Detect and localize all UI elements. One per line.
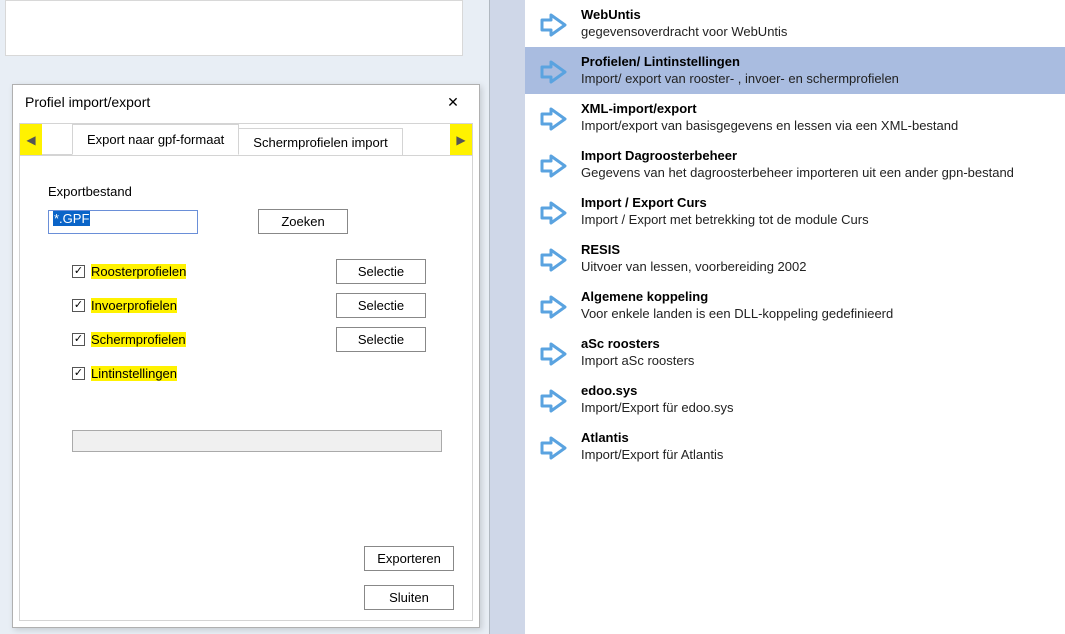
sidebar-item-title: Import Dagroosterbeheer: [581, 148, 1055, 163]
export-arrow-icon: [537, 432, 569, 464]
sidebar-item-title: edoo.sys: [581, 383, 1055, 398]
sidebar-item-6[interactable]: Algemene koppeling Voor enkele landen is …: [525, 282, 1065, 329]
progress-area: [72, 430, 426, 452]
form-area: Exportbestand *.GPF Zoeken Roosterprofie…: [20, 156, 472, 462]
sidebar: WebUntis gegevensoverdracht voor WebUntis…: [525, 0, 1065, 634]
tab-scherm-import[interactable]: Schermprofielen import: [238, 128, 402, 155]
check-label: Roosterprofielen: [91, 264, 186, 279]
check-lint[interactable]: Lintinstellingen: [72, 366, 177, 381]
tab-export-gpf[interactable]: Export naar gpf-formaat: [72, 124, 239, 155]
sidebar-item-1[interactable]: Profielen/ Lintinstellingen Import/ expor…: [525, 47, 1065, 94]
check-scherm[interactable]: Schermprofielen: [72, 332, 186, 347]
sidebar-item-4[interactable]: Import / Export Curs Import / Export met …: [525, 188, 1065, 235]
tab-row: ◀ Export naar gpf-formaat Schermprofiele…: [20, 124, 472, 156]
export-button[interactable]: Exporteren: [364, 546, 454, 571]
close-button[interactable]: ✕: [435, 88, 471, 116]
export-arrow-icon: [537, 56, 569, 88]
sidebar-item-3[interactable]: Import Dagroosterbeheer Gegevens van het …: [525, 141, 1065, 188]
sidebar-item-title: XML-import/export: [581, 101, 1055, 116]
select-button-invoer[interactable]: Selectie: [336, 293, 426, 318]
sidebar-item-5[interactable]: RESIS Uitvoer van lessen, voorbereiding 2…: [525, 235, 1065, 282]
sidebar-item-desc: Import/Export für Atlantis: [581, 447, 1055, 462]
sidebar-item-desc: Import aSc roosters: [581, 353, 1055, 368]
checkbox-icon: [72, 333, 85, 346]
sidebar-item-title: RESIS: [581, 242, 1055, 257]
chevron-left-icon: ◀: [26, 133, 35, 147]
export-arrow-icon: [537, 338, 569, 370]
sidebar-item-2[interactable]: XML-import/export Import/export van basis…: [525, 94, 1065, 141]
checkbox-list: Roosterprofielen Selectie Invoerprofiele…: [72, 254, 450, 390]
close-dialog-button[interactable]: Sluiten: [364, 585, 454, 610]
select-button-rooster[interactable]: Selectie: [336, 259, 426, 284]
close-icon: ✕: [447, 94, 459, 111]
export-arrow-icon: [537, 385, 569, 417]
sidebar-item-desc: Import / Export met betrekking tot de mo…: [581, 212, 1055, 227]
profile-import-export-dialog: Profiel import/export ✕ ◀ Export naar gp…: [12, 84, 480, 628]
export-arrow-icon: [537, 244, 569, 276]
sidebar-item-desc: gegevensoverdracht voor WebUntis: [581, 24, 1055, 39]
export-arrow-icon: [537, 291, 569, 323]
sidebar-item-0[interactable]: WebUntis gegevensoverdracht voor WebUntis: [525, 0, 1065, 47]
sidebar-item-9[interactable]: Atlantis Import/Export für Atlantis: [525, 423, 1065, 470]
sidebar-item-title: Atlantis: [581, 430, 1055, 445]
check-rooster[interactable]: Roosterprofielen: [72, 264, 186, 279]
export-arrow-icon: [537, 103, 569, 135]
sidebar-item-desc: Uitvoer van lessen, voorbereiding 2002: [581, 259, 1055, 274]
check-invoer[interactable]: Invoerprofielen: [72, 298, 177, 313]
export-arrow-icon: [537, 150, 569, 182]
export-file-input[interactable]: *.GPF: [48, 210, 198, 234]
sidebar-item-title: Algemene koppeling: [581, 289, 1055, 304]
tab-scroll-right[interactable]: ▶: [450, 124, 472, 155]
sidebar-item-title: Profielen/ Lintinstellingen: [581, 54, 1055, 69]
sidebar-item-title: WebUntis: [581, 7, 1055, 22]
sidebar-item-desc: Gegevens van het dagroosterbeheer import…: [581, 165, 1055, 180]
tab-scroll-left[interactable]: ◀: [20, 124, 42, 155]
check-label: Schermprofielen: [91, 332, 186, 347]
check-label: Invoerprofielen: [91, 298, 177, 313]
dialog-titlebar: Profiel import/export ✕: [13, 85, 479, 119]
sidebar-item-desc: Import/ export van rooster- , invoer- en…: [581, 71, 1055, 86]
sidebar-item-title: Import / Export Curs: [581, 195, 1055, 210]
sidebar-item-title: aSc roosters: [581, 336, 1055, 351]
checkbox-icon: [72, 367, 85, 380]
export-file-label: Exportbestand: [48, 184, 450, 199]
check-label: Lintinstellingen: [91, 366, 177, 381]
export-arrow-icon: [537, 197, 569, 229]
progress-bar: [72, 430, 442, 452]
sidebar-item-desc: Import/export van basisgegevens en lesse…: [581, 118, 1055, 133]
dialog-body: ◀ Export naar gpf-formaat Schermprofiele…: [19, 123, 473, 621]
checkbox-icon: [72, 265, 85, 278]
sidebar-item-8[interactable]: edoo.sys Import/Export für edoo.sys: [525, 376, 1065, 423]
divider-column: [490, 0, 525, 634]
search-button[interactable]: Zoeken: [258, 209, 348, 234]
dialog-title: Profiel import/export: [25, 94, 435, 110]
sidebar-item-7[interactable]: aSc roosters Import aSc roosters: [525, 329, 1065, 376]
select-button-scherm[interactable]: Selectie: [336, 327, 426, 352]
background-inner: [5, 0, 463, 56]
export-arrow-icon: [537, 9, 569, 41]
chevron-right-icon: ▶: [456, 133, 465, 147]
checkbox-icon: [72, 299, 85, 312]
sidebar-item-desc: Import/Export für edoo.sys: [581, 400, 1055, 415]
sidebar-item-desc: Voor enkele landen is een DLL-koppeling …: [581, 306, 1055, 321]
